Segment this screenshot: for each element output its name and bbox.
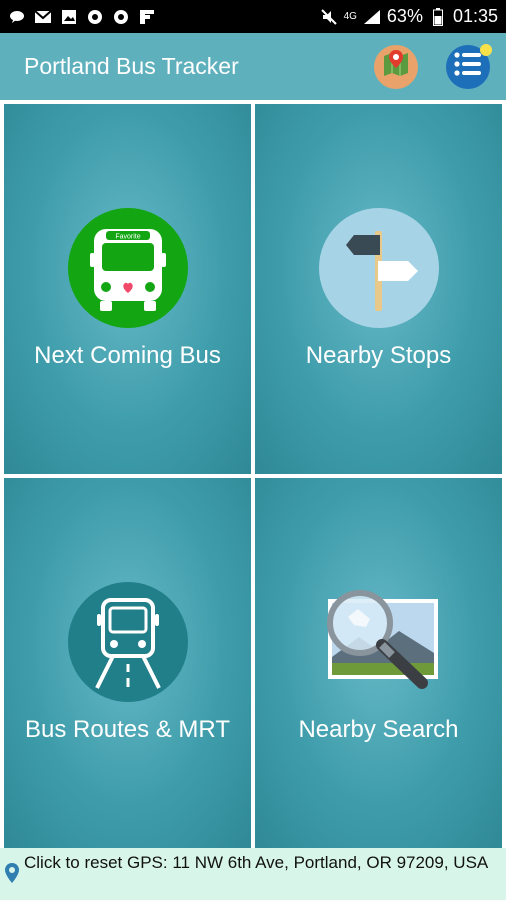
location-pin-icon [4,862,24,889]
app-title: Portland Bus Tracker [24,53,239,79]
bus-route-icon [67,582,188,702]
chrome-icon [86,8,104,26]
chrome-icon-2 [112,8,130,26]
tile-label-nearby-search: Nearby Search [298,716,459,743]
menu-grid: Favorite Next Coming Bus Nearby Stops Bu… [0,100,506,848]
tile-label-bus-routes-mrt: Bus Routes & MRT [25,716,230,743]
bus-sign-text: Favorite [115,234,140,241]
signpost-icon [318,208,439,328]
list-icon [453,51,483,82]
gps-reset-bar[interactable]: Click to reset GPS: 11 NW 6th Ave, Portl… [0,848,506,900]
flipboard-icon [138,8,156,26]
menu-list-button[interactable] [446,43,492,89]
notification-dot-icon [480,43,492,56]
clock: 01:35 [452,6,498,26]
magnifier-photo-icon [314,582,444,702]
tile-next-coming-bus[interactable]: Favorite Next Coming Bus [4,104,251,474]
chat-icon [8,8,26,26]
mute-icon [320,8,338,26]
signal-icon [363,8,381,26]
tile-label-nearby-stops: Nearby Stops [305,342,452,369]
tile-bus-routes-mrt[interactable]: Bus Routes & MRT [4,478,251,848]
tile-label-next-coming-bus: Next Coming Bus [34,342,221,369]
gps-reset-text: Click to reset GPS: 11 NW 6th Ave, Portl… [24,853,489,872]
battery-percent: 63% [386,6,423,26]
app-bar: Portland Bus Tracker [0,33,506,100]
battery-icon [429,7,447,26]
bus-icon: Favorite [67,208,188,328]
tile-nearby-search[interactable]: Nearby Search [255,478,502,848]
tile-nearby-stops[interactable]: Nearby Stops [255,104,502,474]
map-button[interactable] [374,44,418,89]
network-type: 4G [343,11,357,22]
status-bar: 4G 63% 01:35 [0,0,506,33]
map-pin-icon [378,46,414,87]
image-icon [60,8,78,26]
gmail-icon [34,8,52,26]
